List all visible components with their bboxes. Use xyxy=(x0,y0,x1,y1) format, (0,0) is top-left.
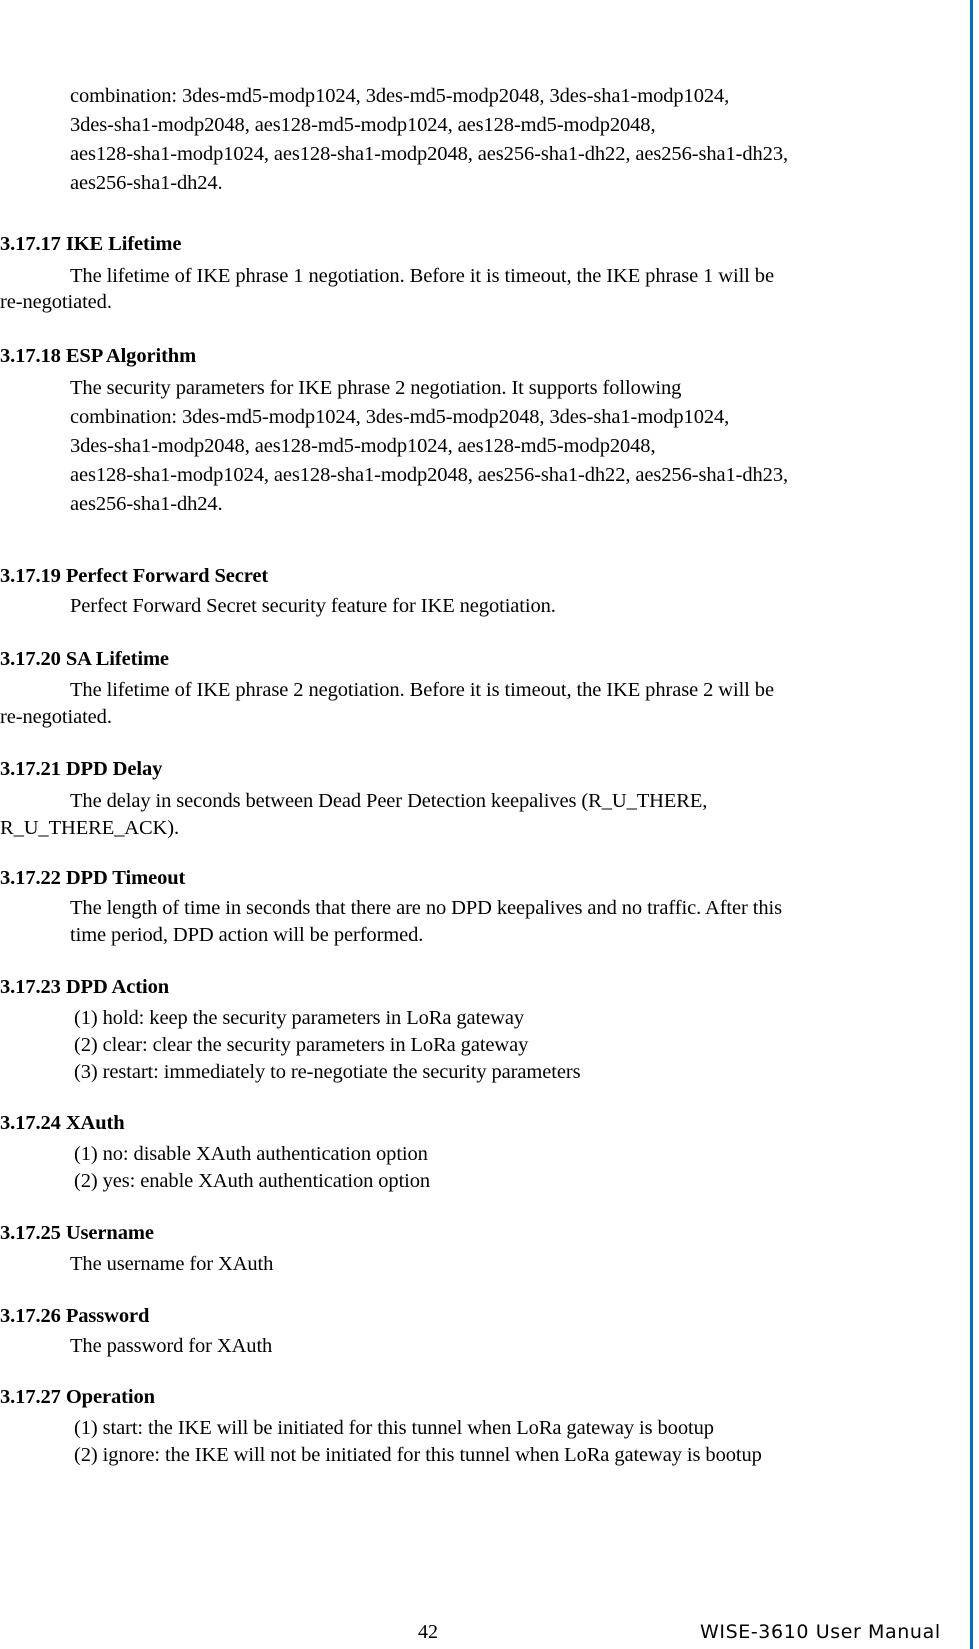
section-heading-3-17-17: 3.17.17 IKE Lifetime xyxy=(0,233,182,255)
continued-paragraph-line-3: aes128-sha1-modp1024, aes128-sha1-modp20… xyxy=(70,143,788,165)
continued-paragraph-line-2: 3des-sha1-modp2048, aes128-md5-modp1024,… xyxy=(70,114,656,136)
section-3-17-24-item-1: (1) no: disable XAuth authentication opt… xyxy=(74,1143,428,1165)
section-3-17-23-item-2: (2) clear: clear the security parameters… xyxy=(74,1034,529,1056)
section-3-17-24-item-2: (2) yes: enable XAuth authentication opt… xyxy=(74,1170,431,1192)
section-3-17-22-body-line-1: The length of time in seconds that there… xyxy=(70,897,782,919)
section-3-17-22-body-line-2: time period, DPD action will be performe… xyxy=(70,924,424,946)
section-3-17-25-body-line-1: The username for XAuth xyxy=(70,1253,274,1275)
section-3-17-21-body-line-2: R_U_THERE_ACK). xyxy=(0,817,180,839)
footer-manual-title: WISE-3610 User Manual xyxy=(700,1621,941,1643)
section-3-17-18-body-line-2: combination: 3des-md5-modp1024, 3des-md5… xyxy=(70,406,730,428)
section-heading-3-17-27: 3.17.27 Operation xyxy=(0,1386,155,1408)
continued-paragraph-line-1: combination: 3des-md5-modp1024, 3des-md5… xyxy=(70,85,730,107)
section-heading-3-17-25: 3.17.25 Username xyxy=(0,1222,154,1244)
section-heading-3-17-20: 3.17.20 SA Lifetime xyxy=(0,648,169,670)
footer-page-number: 42 xyxy=(418,1621,438,1643)
section-3-17-27-item-2: (2) ignore: the IKE will not be initiate… xyxy=(74,1444,762,1466)
continued-paragraph-line-4: aes256-sha1-dh24. xyxy=(70,172,223,194)
section-3-17-23-item-1: (1) hold: keep the security parameters i… xyxy=(74,1007,524,1029)
section-3-17-21-body-line-1: The delay in seconds between Dead Peer D… xyxy=(70,790,708,812)
section-heading-3-17-18: 3.17.18 ESP Algorithm xyxy=(0,345,197,367)
section-3-17-18-body-line-3: 3des-sha1-modp2048, aes128-md5-modp1024,… xyxy=(70,435,656,457)
section-heading-3-17-23: 3.17.23 DPD Action xyxy=(0,976,170,998)
document-page: combination: 3des-md5-modp1024, 3des-md5… xyxy=(0,0,979,1649)
section-3-17-18-body-line-4: aes128-sha1-modp1024, aes128-sha1-modp20… xyxy=(70,464,788,486)
section-heading-3-17-19: 3.17.19 Perfect Forward Secret xyxy=(0,565,269,587)
section-3-17-19-body-line-1: Perfect Forward Secret security feature … xyxy=(70,595,556,617)
section-3-17-17-body-line-2: re-negotiated. xyxy=(0,291,112,313)
section-heading-3-17-22: 3.17.22 DPD Timeout xyxy=(0,867,186,889)
section-heading-3-17-26: 3.17.26 Password xyxy=(0,1305,150,1327)
section-3-17-18-body-line-1: The security parameters for IKE phrase 2… xyxy=(70,377,682,399)
section-3-17-23-item-3: (3) restart: immediately to re-negotiate… xyxy=(74,1061,581,1083)
section-3-17-18-body-line-5: aes256-sha1-dh24. xyxy=(70,493,223,515)
section-3-17-20-body-line-1: The lifetime of IKE phrase 2 negotiation… xyxy=(70,679,774,701)
section-heading-3-17-21: 3.17.21 DPD Delay xyxy=(0,758,163,780)
section-heading-3-17-24: 3.17.24 XAuth xyxy=(0,1112,125,1134)
section-3-17-26-body-line-1: The password for XAuth xyxy=(70,1335,273,1357)
section-3-17-20-body-line-2: re-negotiated. xyxy=(0,706,112,728)
section-3-17-27-item-1: (1) start: the IKE will be initiated for… xyxy=(74,1417,714,1439)
